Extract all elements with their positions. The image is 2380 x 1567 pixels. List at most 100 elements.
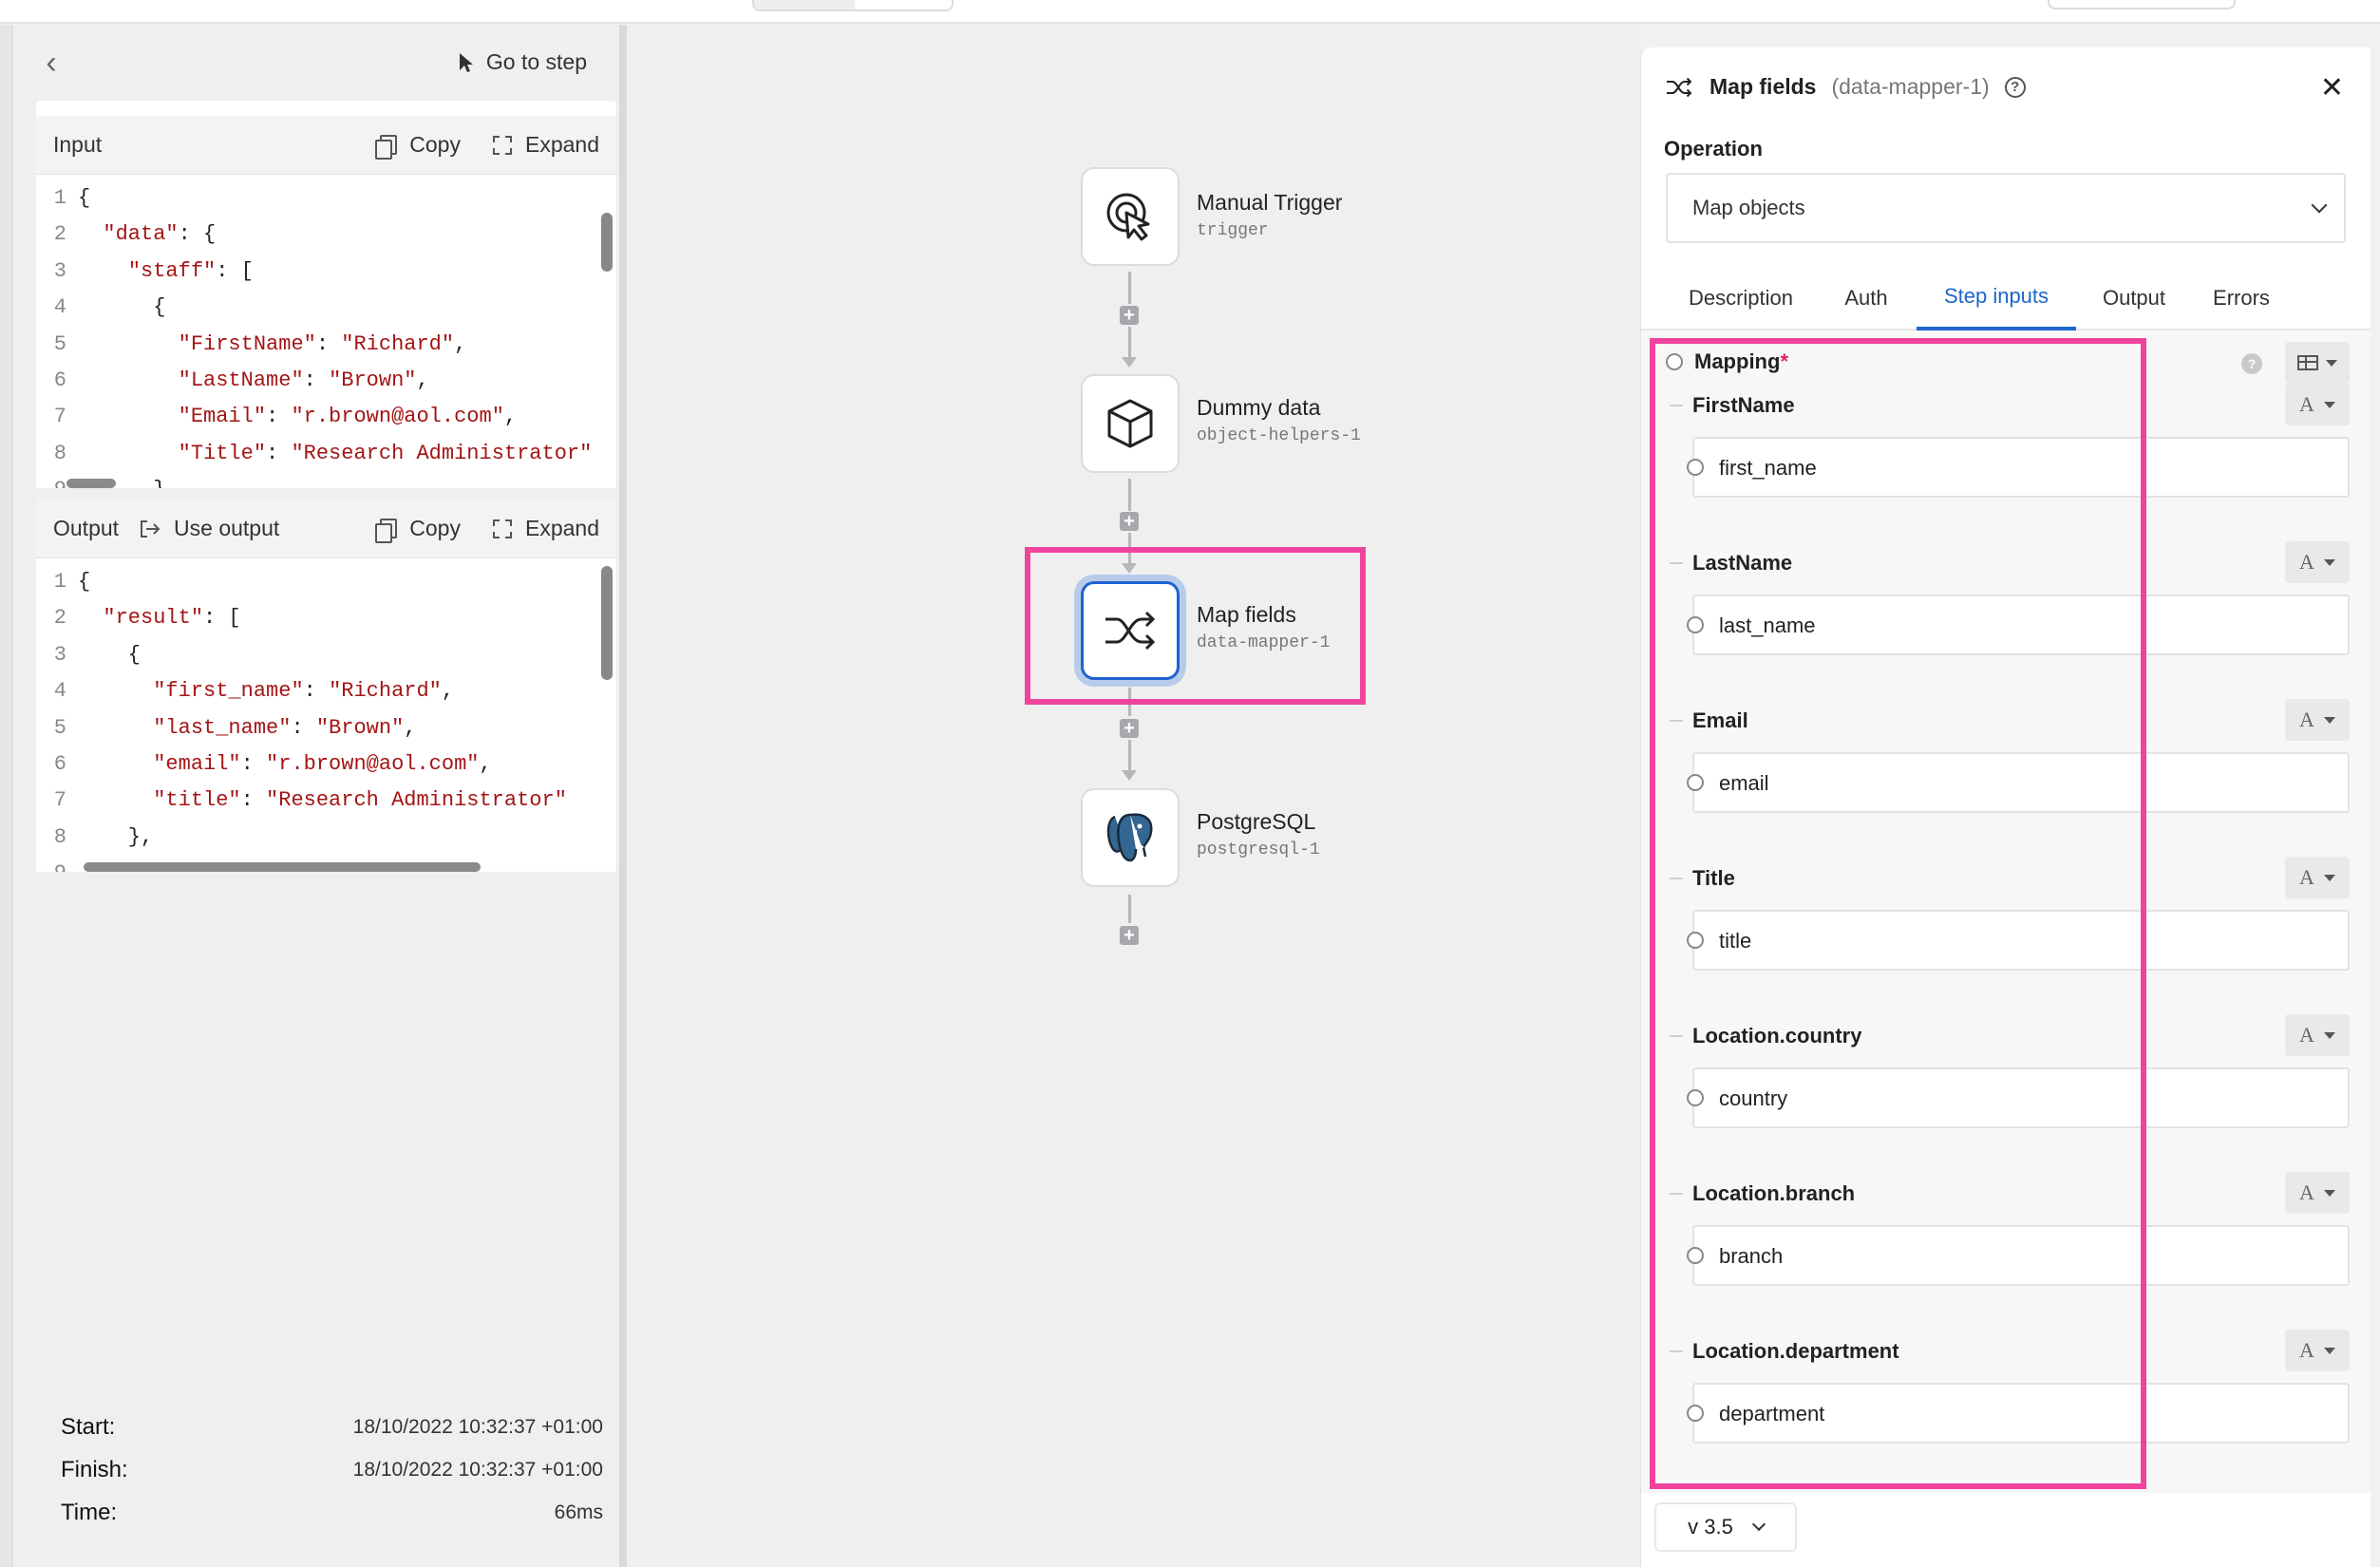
tab-step-inputs[interactable]: Step inputs bbox=[1917, 266, 2076, 330]
field-value: email bbox=[1719, 771, 1769, 795]
output-copy-button[interactable]: Copy bbox=[375, 516, 461, 543]
field-value-input[interactable]: first_name bbox=[1687, 437, 2350, 498]
field-type-select[interactable]: A bbox=[2285, 1014, 2350, 1056]
field-value-input[interactable]: title bbox=[1687, 910, 2350, 971]
step-node-dummy-data[interactable] bbox=[1081, 374, 1180, 473]
top-right-button[interactable] bbox=[2048, 0, 2236, 9]
tab-output[interactable]: Output bbox=[2087, 266, 2181, 330]
tree-connector bbox=[1670, 1193, 1683, 1195]
go-to-step-button[interactable]: Go to step bbox=[458, 49, 587, 75]
stat-value: 18/10/2022 10:32:37 +01:00 bbox=[352, 1458, 603, 1481]
code-text: { bbox=[78, 642, 142, 667]
add-step-icon[interactable]: + bbox=[1120, 926, 1139, 945]
step-config-panel: Map fields (data-mapper-1) ? ✕ Operation… bbox=[1641, 47, 2371, 1567]
mapping-field: LastName Alast_name bbox=[1641, 536, 2371, 693]
step-label-dummy-data: Dummy data object-helpers-1 bbox=[1197, 395, 1361, 445]
step-id: data-mapper-1 bbox=[1197, 633, 1331, 652]
field-label: FirstName bbox=[1692, 393, 1795, 417]
output-vertical-scrollbar[interactable] bbox=[601, 566, 613, 680]
field-connector-icon[interactable] bbox=[1687, 932, 1704, 949]
caret-down-icon bbox=[2323, 558, 2335, 566]
stat-value: 18/10/2022 10:32:37 +01:00 bbox=[352, 1415, 603, 1438]
output-horizontal-scrollbar[interactable] bbox=[84, 862, 481, 872]
help-icon[interactable]: ? bbox=[2004, 76, 2026, 98]
step-node-map-fields[interactable] bbox=[1081, 581, 1180, 680]
close-icon[interactable]: ✕ bbox=[2320, 74, 2344, 103]
caret-down-icon bbox=[2326, 359, 2337, 367]
input-title: Input bbox=[53, 132, 103, 157]
field-value-input[interactable]: last_name bbox=[1687, 595, 2350, 655]
help-icon[interactable]: ? bbox=[2241, 353, 2262, 374]
code-text: "title": "Research Administrator" bbox=[153, 788, 567, 813]
field-type-select[interactable]: A bbox=[2285, 384, 2350, 425]
step-node-manual-trigger[interactable] bbox=[1081, 167, 1180, 266]
field-type-select[interactable]: A bbox=[2285, 541, 2350, 583]
panel-resize-handle[interactable] bbox=[619, 25, 627, 1567]
code-text: "Email": "r.brown@aol.com", bbox=[178, 405, 518, 429]
field-label: Email bbox=[1692, 708, 1748, 732]
line-number: 4 bbox=[53, 295, 66, 320]
code-text: "email": "r.brown@aol.com", bbox=[153, 752, 492, 777]
view-toggle[interactable] bbox=[752, 0, 954, 11]
field-connector-icon[interactable] bbox=[1687, 774, 1704, 791]
code-line: 7 "title": "Research Administrator" bbox=[36, 783, 616, 819]
input-code-editor[interactable]: 1{2 "data": {3 "staff": [4 {5 "FirstName… bbox=[36, 175, 616, 488]
tab-auth[interactable]: Auth bbox=[1829, 266, 1903, 330]
expand-icon bbox=[492, 519, 512, 538]
tab-errors[interactable]: Errors bbox=[2201, 266, 2281, 330]
field-value-input[interactable]: email bbox=[1687, 752, 2350, 813]
field-connector-icon[interactable] bbox=[1687, 1405, 1704, 1422]
version-select[interactable]: v 3.5 bbox=[1654, 1502, 1797, 1552]
text-type-icon: A bbox=[2299, 392, 2314, 416]
output-code-editor[interactable]: 1{2 "result": [3 {4 "first_name": "Richa… bbox=[36, 558, 616, 872]
table-icon bbox=[2297, 355, 2318, 370]
tree-connector bbox=[1670, 405, 1683, 406]
code-text: "Title": "Research Administrator" bbox=[178, 441, 593, 465]
input-vertical-scrollbar[interactable] bbox=[601, 213, 613, 272]
add-step-icon[interactable]: + bbox=[1120, 512, 1139, 531]
code-text: "last_name": "Brown", bbox=[153, 715, 417, 740]
view-toggle-active-segment[interactable] bbox=[754, 0, 855, 9]
mapping-connector-icon[interactable] bbox=[1666, 353, 1683, 370]
step-node-postgresql[interactable] bbox=[1081, 788, 1180, 887]
field-type-select[interactable]: A bbox=[2285, 699, 2350, 741]
input-copy-button[interactable]: Copy bbox=[375, 132, 461, 160]
operation-label: Operation bbox=[1664, 137, 1763, 160]
use-output-button[interactable]: Use output bbox=[140, 516, 279, 541]
step-label-manual-trigger: Manual Trigger trigger bbox=[1197, 190, 1342, 240]
output-panel: Output Use output Copy Expand 1{2 "resul… bbox=[36, 500, 616, 872]
line-number: 8 bbox=[53, 441, 66, 465]
add-step-icon[interactable]: + bbox=[1120, 719, 1139, 738]
add-step-icon[interactable]: + bbox=[1120, 306, 1139, 325]
back-chevron-icon[interactable]: ‹ bbox=[36, 45, 66, 81]
line-number: 3 bbox=[53, 642, 66, 667]
code-line: 9 }, bbox=[36, 472, 616, 488]
line-number: 3 bbox=[53, 258, 66, 283]
copy-icon bbox=[375, 518, 398, 543]
input-horizontal-scrollbar[interactable] bbox=[66, 479, 116, 488]
field-value: last_name bbox=[1719, 614, 1816, 637]
tree-connector bbox=[1670, 1350, 1683, 1352]
tree-connector bbox=[1670, 720, 1683, 722]
output-expand-button[interactable]: Expand bbox=[492, 516, 599, 541]
field-connector-icon[interactable] bbox=[1687, 459, 1704, 476]
code-line: 6 "LastName": "Brown", bbox=[36, 363, 616, 399]
field-type-select[interactable]: A bbox=[2285, 1330, 2350, 1371]
tab-description[interactable]: Description bbox=[1664, 266, 1818, 330]
shuffle-icon bbox=[1667, 77, 1692, 97]
operation-select[interactable]: Map objects bbox=[1666, 173, 2346, 243]
field-type-select[interactable]: A bbox=[2285, 857, 2350, 898]
copy-icon bbox=[375, 134, 398, 160]
field-value-input[interactable]: branch bbox=[1687, 1225, 2350, 1286]
input-expand-button[interactable]: Expand bbox=[492, 132, 599, 158]
field-value-input[interactable]: department bbox=[1687, 1383, 2350, 1444]
field-connector-icon[interactable] bbox=[1687, 1089, 1704, 1106]
field-connector-icon[interactable] bbox=[1687, 616, 1704, 633]
field-connector-icon[interactable] bbox=[1687, 1247, 1704, 1264]
code-line: 6 "email": "r.brown@aol.com", bbox=[36, 746, 616, 783]
code-line: 5 "FirstName": "Richard", bbox=[36, 327, 616, 363]
stat-label: Start: bbox=[61, 1413, 116, 1440]
connector-line bbox=[1128, 327, 1131, 359]
field-value-input[interactable]: country bbox=[1687, 1067, 2350, 1128]
field-type-select[interactable]: A bbox=[2285, 1172, 2350, 1214]
